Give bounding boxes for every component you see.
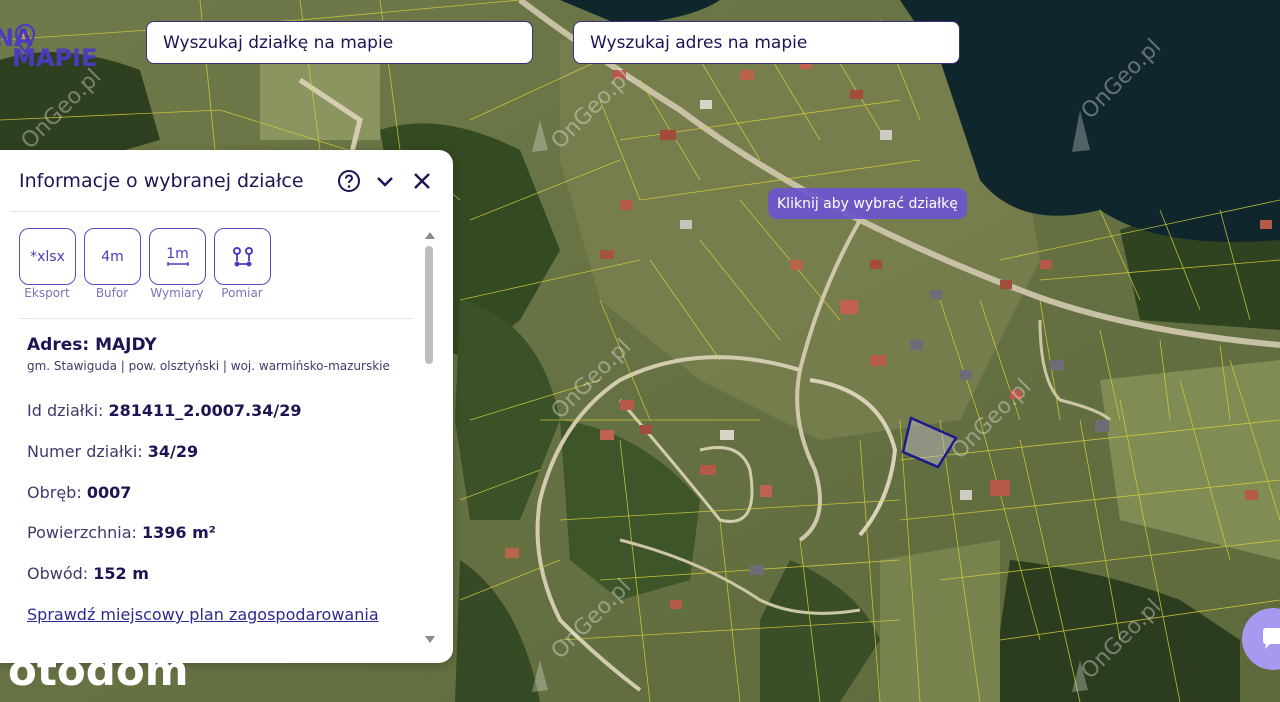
field-label: Id działki: [27,401,109,420]
field [880,540,1000,702]
field-perimeter: Obwód: 152 m [27,564,149,583]
panel-title: Informacje o wybranej działce [19,170,304,192]
field-value: 1396 m² [142,523,216,542]
dimensions-button[interactable]: 1m [149,228,206,285]
measure-button[interactable] [214,228,271,285]
otodom-logo: otodom [8,646,189,695]
logo-line-2: MAPIE [12,44,98,72]
export-xlsx-button[interactable]: *xlsx [19,228,76,285]
scroll-thumb[interactable] [425,246,433,364]
field-value: 34/29 [147,442,199,461]
buffer-icon: 4m [101,248,124,265]
field-label: Obwód: [27,564,94,583]
search-address-placeholder: Wyszukaj adres na mapie [590,32,808,53]
zoning-plan-link[interactable]: Sprawdź miejscowy plan zagospodarowania [27,605,379,624]
chevron-down-icon[interactable] [373,169,397,193]
field-precinct: Obręb: 0007 [27,483,131,502]
address-subtitle: gm. Stawiguda | pow. olsztyński | woj. w… [27,359,390,373]
field-value: 152 m [93,564,149,583]
field-value: 281411_2.0007.34/29 [108,401,302,420]
search-plot-input[interactable]: Wyszukaj działkę na mapie [146,21,533,64]
field-parcel-number: Numer działki: 34/29 [27,442,198,461]
scroll-down-arrow[interactable] [425,636,435,643]
search-address-input[interactable]: Wyszukaj adres na mapie [573,21,960,64]
search-plot-placeholder: Wyszukaj działkę na mapie [163,32,394,53]
chat-icon [1263,628,1280,649]
field-label: Powierzchnia: [27,523,143,542]
map-tooltip: Kliknij aby wybrać działkę [768,188,967,219]
export-label: Eksport [24,286,70,300]
close-icon[interactable] [410,169,434,193]
export-xlsx-icon: *xlsx [30,248,65,265]
scroll-up-arrow[interactable] [425,232,435,239]
ruler-icon [166,261,189,266]
divider [10,211,440,212]
measure-icon [232,246,253,266]
divider [19,318,414,319]
buffer-label: Bufor [95,286,129,300]
dimensions-label: Wymiary [150,286,204,300]
address-title: Adres: MAJDY [27,335,157,355]
panel-header: Informacje o wybranej działce [0,150,453,212]
parcel-info-panel: Informacje o wybranej działce *xlsx Eksp… [0,150,453,663]
panel-scrollbar[interactable] [423,232,435,647]
field-parcel-id: Id działki: 281411_2.0007.34/29 [27,401,302,420]
buffer-button[interactable]: 4m [84,228,141,285]
field-area: Powierzchnia: 1396 m² [27,523,216,542]
field-label: Numer działki: [27,442,148,461]
field-value: 0007 [86,483,132,502]
dimensions-icon: 1m [166,245,189,262]
measure-label: Pomiar [221,286,263,300]
help-icon[interactable] [337,169,361,193]
field-label: Obręb: [27,483,87,502]
